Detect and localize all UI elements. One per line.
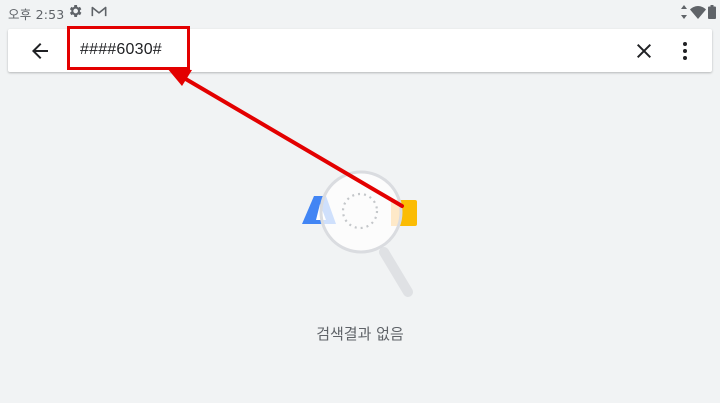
status-icons	[680, 4, 716, 20]
magnifier-handle	[379, 247, 413, 297]
no-results-illustration	[302, 170, 417, 297]
wifi-icon	[690, 5, 706, 19]
vibrate-icon	[681, 5, 687, 19]
magnifier-lens	[319, 170, 403, 254]
battery-icon	[708, 5, 716, 19]
gear-icon	[69, 5, 82, 17]
search-bar: ####6030#	[8, 29, 712, 72]
status-time: 오후 2:53	[8, 7, 65, 22]
status-bar: 오후 2:53	[0, 0, 720, 24]
close-icon[interactable]	[632, 39, 656, 63]
more-vert-icon[interactable]	[673, 39, 697, 63]
search-input[interactable]: ####6030#	[80, 41, 162, 59]
arrow-back-icon[interactable]	[28, 39, 52, 63]
no-results-message: 검색결과 없음	[316, 325, 404, 343]
gmail-icon	[91, 6, 107, 17]
